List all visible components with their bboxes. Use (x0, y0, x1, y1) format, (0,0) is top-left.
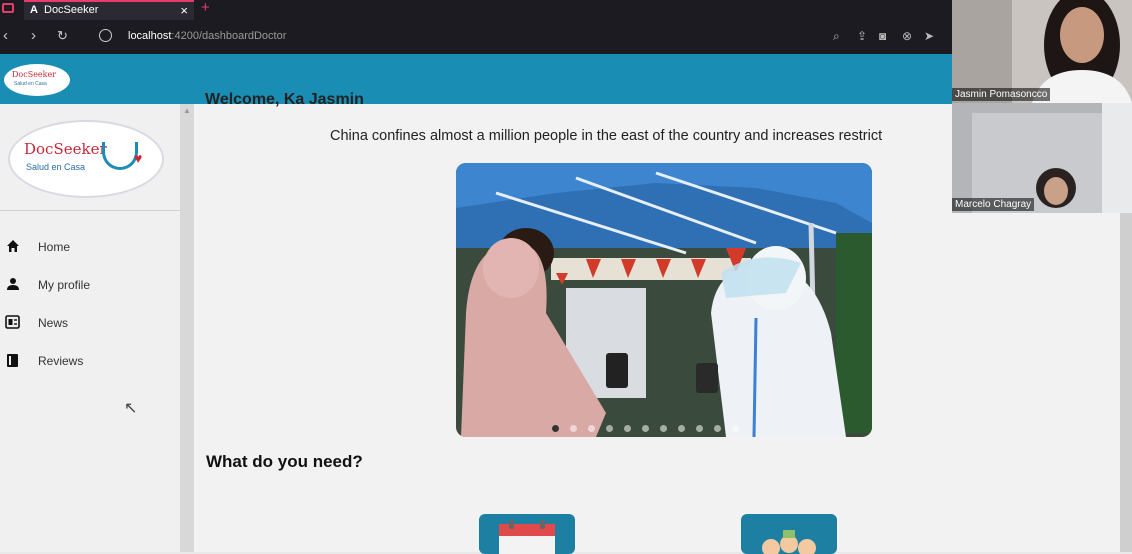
calendar-icon (499, 520, 555, 554)
sidebar-item-reviews[interactable]: Reviews (0, 344, 180, 378)
news-photo (456, 163, 872, 437)
video-participant-2: Marcelo Chagray (952, 103, 1132, 213)
carousel-dot[interactable] (642, 425, 649, 432)
mouse-cursor-icon: ↖ (124, 400, 138, 417)
reload-icon[interactable]: ↻ (57, 28, 68, 44)
carousel-dot[interactable] (696, 425, 703, 432)
header-logo[interactable]: DocSeeker Salud en Casa (4, 64, 70, 96)
sidebar-item-label: News (38, 316, 69, 330)
site-info-icon[interactable] (99, 29, 112, 42)
sidebar-divider (0, 210, 180, 211)
forward-icon[interactable]: › (31, 27, 36, 44)
video-participant-1: Jasmin Pomasoncco (952, 0, 1132, 103)
section-title: What do you need? (206, 452, 363, 471)
sidebar-scrollbar[interactable]: ▲ (180, 104, 194, 552)
sidebar-logo: DocSeeker Salud en Casa ♥ (8, 120, 164, 198)
sidebar-item-label: Reviews (38, 354, 84, 368)
window-icon[interactable] (2, 3, 14, 13)
sidebar-item-my-profile[interactable]: My profile (0, 268, 180, 302)
heart-icon: ♥ (134, 150, 143, 166)
carousel-dot[interactable] (552, 425, 559, 432)
back-icon[interactable]: ‹ (3, 27, 8, 44)
header-logo-subtitle: Salud en Casa (14, 81, 47, 87)
welcome-heading: Welcome, Ka Jasmin (205, 91, 364, 108)
new-tab-button[interactable]: + (201, 0, 210, 16)
participant-name: Marcelo Chagray (952, 198, 1035, 211)
logo-title: DocSeeker (24, 140, 107, 158)
tab-title: DocSeeker (44, 4, 99, 16)
tab-favicon-icon: A (30, 4, 38, 16)
share-icon[interactable]: ⇪ (857, 29, 867, 43)
tab-close-icon[interactable]: × (180, 3, 188, 18)
carousel-dot[interactable] (660, 425, 667, 432)
send-icon[interactable]: ➤ (924, 29, 934, 43)
stethoscope-icon (102, 142, 138, 170)
carousel-dot[interactable] (606, 425, 613, 432)
zoom-icon[interactable]: ⌕ (833, 29, 840, 44)
news-headline[interactable]: China confines almost a million people i… (330, 128, 882, 144)
appointment-card[interactable] (479, 514, 575, 554)
browser-tab[interactable]: A DocSeeker × (24, 0, 194, 20)
sidebar-item-label: Home (38, 240, 71, 254)
news-carousel[interactable] (456, 163, 872, 437)
header-logo-title: DocSeeker (12, 70, 57, 79)
carousel-dot[interactable] (678, 425, 685, 432)
sidebar-item-label: My profile (38, 278, 91, 292)
carousel-dot[interactable] (588, 425, 595, 432)
book-icon (5, 353, 20, 368)
block-icon[interactable]: ⊗ (902, 29, 912, 43)
participant-video-icon (952, 103, 1132, 213)
carousel-dot[interactable] (624, 425, 631, 432)
person-icon (5, 277, 20, 292)
home-icon (5, 239, 20, 254)
screenshot-icon[interactable]: ◙ (879, 29, 886, 43)
logo-subtitle: Salud en Casa (26, 162, 86, 172)
doctors-card[interactable] (741, 514, 837, 554)
scroll-up-icon[interactable]: ▲ (183, 106, 191, 115)
url-field[interactable]: localhost:4200/dashboardDoctor (128, 30, 286, 42)
doctors-icon (762, 530, 816, 554)
sidebar-item-home[interactable]: Home (0, 230, 180, 264)
participant-name: Jasmin Pomasoncco (952, 88, 1051, 101)
sidebar-item-news[interactable]: News (0, 306, 180, 340)
carousel-indicators (552, 419, 750, 437)
carousel-dot[interactable] (570, 425, 577, 432)
carousel-dot[interactable] (714, 425, 721, 432)
carousel-dot[interactable] (732, 425, 739, 432)
news-icon (5, 315, 20, 330)
